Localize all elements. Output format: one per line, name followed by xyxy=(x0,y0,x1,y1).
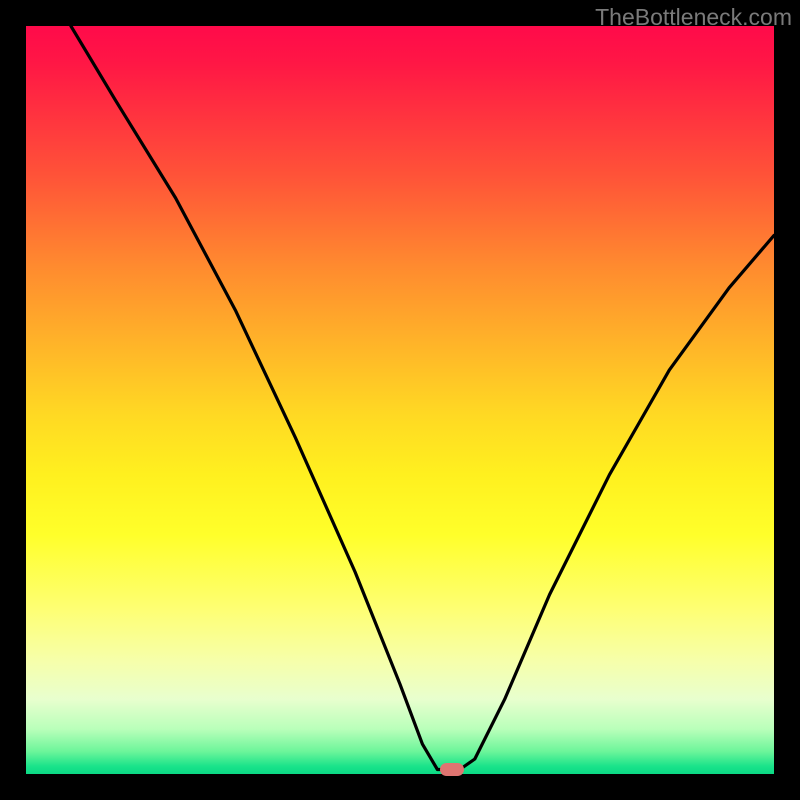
optimum-marker xyxy=(440,763,464,776)
bottleneck-curve xyxy=(26,26,774,774)
watermark-text: TheBottleneck.com xyxy=(595,4,792,31)
chart-plot-area xyxy=(26,26,774,774)
